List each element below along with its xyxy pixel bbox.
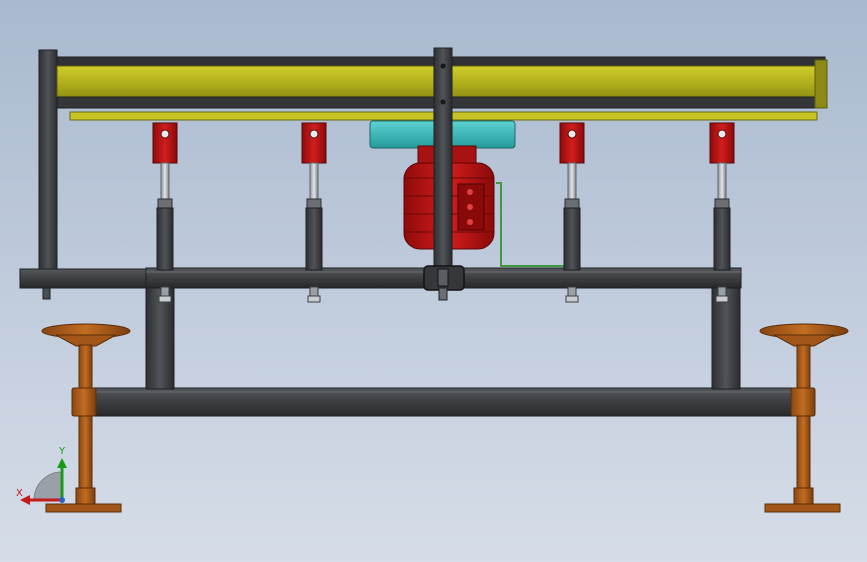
clevis-pin-3	[567, 129, 577, 139]
clevis-pin-2	[309, 129, 319, 139]
assembly-drawing: Y X	[0, 0, 867, 562]
x-axis-label: X	[16, 488, 23, 499]
cylinder-bolt-head-3	[565, 295, 579, 303]
clevis-bracket-4	[709, 122, 735, 164]
cylinder-bolt-head-4	[715, 295, 729, 303]
cylinder-body-2	[305, 207, 323, 271]
cylinder-rod-2	[309, 162, 319, 202]
base-beam	[77, 387, 814, 417]
frame-post-left	[38, 49, 58, 300]
clevis-pin-1	[160, 129, 170, 139]
cad-viewport[interactable]: Y X	[0, 0, 867, 562]
cylinder-body-4	[713, 207, 731, 271]
clevis-bracket-3	[559, 122, 585, 164]
cylinder-rod-4	[717, 162, 727, 202]
frame-rail-upper	[19, 267, 742, 289]
cylinder-bolt-head-2	[307, 295, 321, 303]
cylinder-body-3	[563, 207, 581, 271]
clevis-bracket-1	[152, 122, 178, 164]
cylinder-body-1	[156, 207, 174, 271]
clevis-bracket-2	[301, 122, 327, 164]
cylinder-bolt-head-1	[158, 295, 172, 303]
cylinder-rod-3	[567, 162, 577, 202]
origin-marker	[59, 497, 65, 503]
cylinder-rod-1	[160, 162, 170, 202]
clevis-pin-4	[717, 129, 727, 139]
y-axis-label: Y	[58, 446, 66, 457]
